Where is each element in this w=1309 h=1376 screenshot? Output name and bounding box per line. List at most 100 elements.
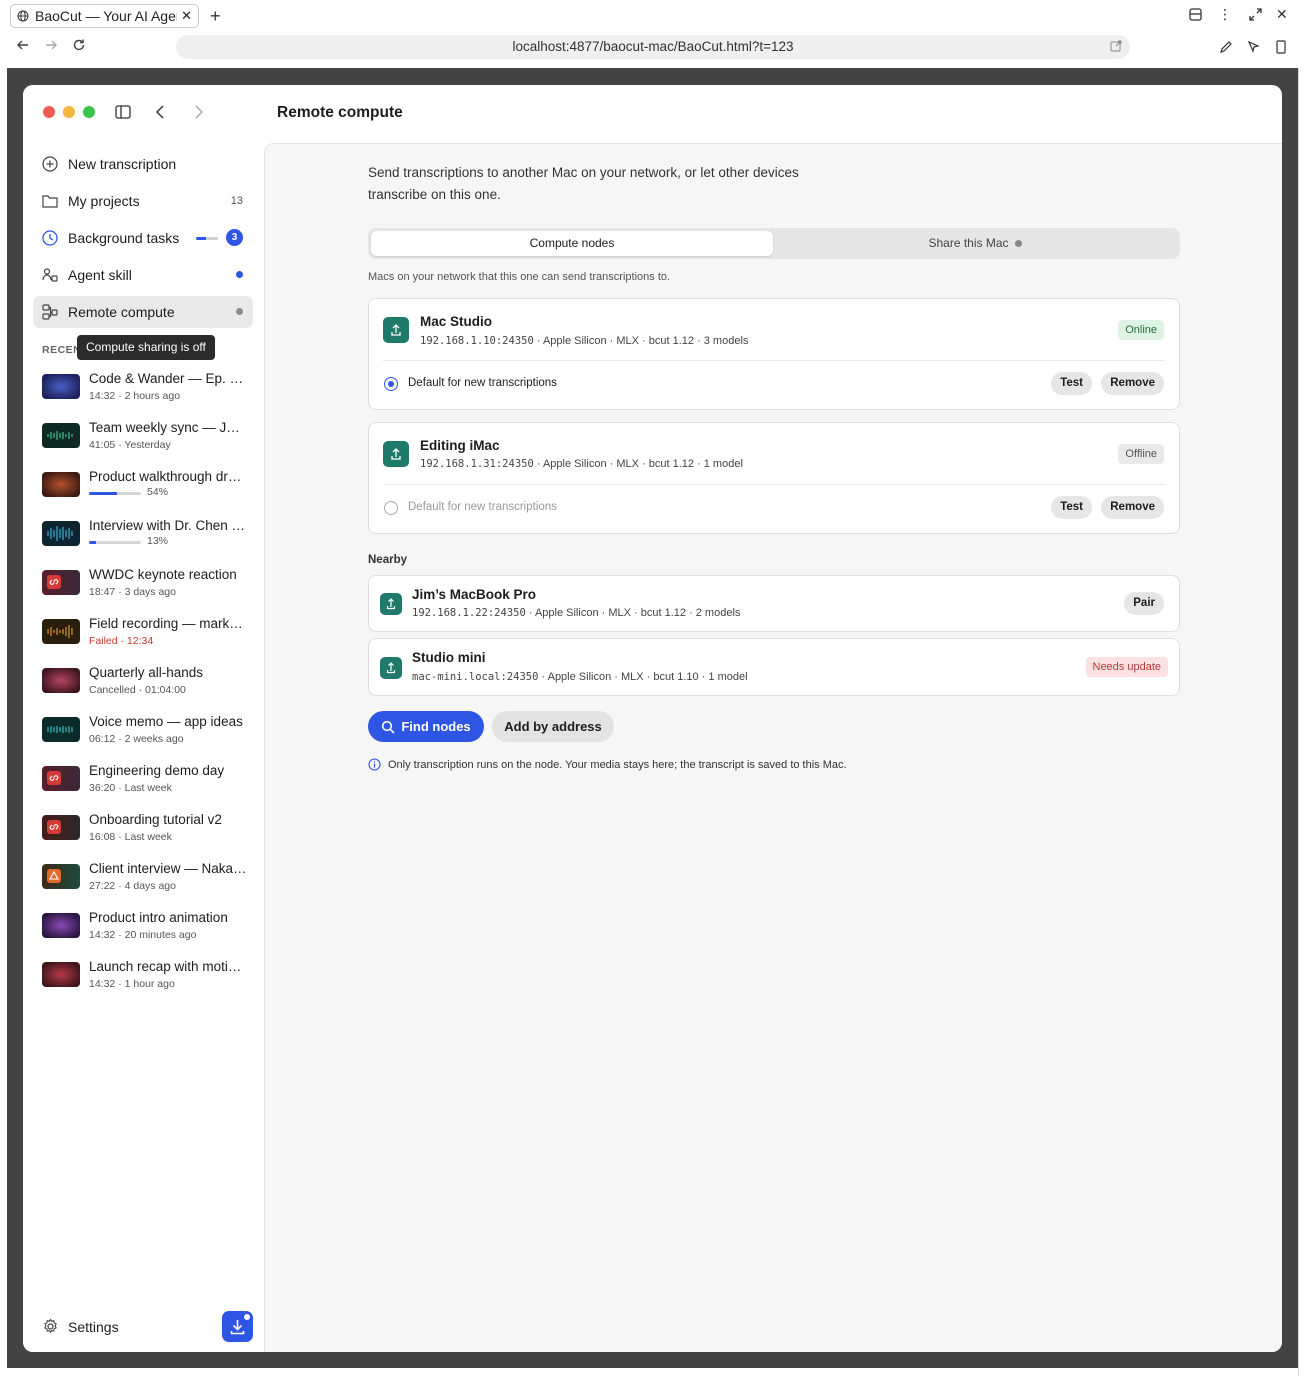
sidebar-item-agent-skill[interactable]: Agent skill bbox=[33, 259, 253, 291]
node-address: 192.168.1.10:24350 bbox=[420, 335, 534, 347]
recent-meta: 16:08 · Last week bbox=[89, 831, 172, 843]
recent-item[interactable]: Product walkthrough dr… 54% bbox=[42, 465, 248, 505]
test-button[interactable]: Test bbox=[1051, 372, 1092, 395]
add-by-address-button[interactable]: Add by address bbox=[492, 711, 614, 742]
update-available-dot bbox=[244, 1314, 250, 1320]
recent-meta: 27:22 · 4 days ago bbox=[89, 880, 176, 892]
zoom-light[interactable] bbox=[83, 106, 95, 118]
recent-item[interactable]: Code & Wander — Ep. 42… 14:32 · 2 hours … bbox=[42, 367, 248, 407]
node-details: 192.168.1.31:24350 · Apple Silicon · MLX… bbox=[420, 458, 743, 470]
broken-link-icon bbox=[47, 820, 61, 834]
close-light[interactable] bbox=[43, 106, 55, 118]
video-thumbnail bbox=[42, 766, 80, 791]
recent-title: Team weekly sync — Ju… bbox=[89, 420, 247, 435]
forward-icon[interactable] bbox=[44, 38, 58, 52]
intro-text: Send transcriptions to another Mac on yo… bbox=[368, 165, 799, 202]
default-label: Default for new transcriptions bbox=[408, 377, 557, 389]
default-label: Default for new transcriptions bbox=[408, 501, 557, 513]
recent-title: Quarterly all-hands bbox=[89, 665, 204, 680]
settings-button[interactable]: Settings bbox=[42, 1318, 119, 1335]
recent-item[interactable]: Field recording — marke… Failed · 12:34 bbox=[42, 612, 248, 652]
reload-icon[interactable] bbox=[72, 38, 86, 52]
recent-meta: 14:32 · 1 hour ago bbox=[89, 978, 175, 990]
default-radio[interactable] bbox=[384, 501, 398, 515]
sidebar-toggle-icon[interactable] bbox=[115, 105, 131, 119]
video-thumbnail bbox=[42, 374, 80, 399]
address-row: localhost:4877/baocut-mac/BaoCut.html?t=… bbox=[0, 32, 1309, 62]
recent-meta: 14:32 · 20 minutes ago bbox=[89, 929, 197, 941]
find-nodes-button[interactable]: Find nodes bbox=[368, 711, 484, 742]
recent-meta: Cancelled · 01:04:00 bbox=[89, 684, 186, 696]
recent-item[interactable]: Launch recap with moti… 14:32 · 1 hour a… bbox=[42, 955, 248, 995]
sidebar-item-remote-compute[interactable]: Remote compute bbox=[33, 296, 253, 328]
nav-forward-icon[interactable] bbox=[194, 105, 204, 119]
close-window-icon[interactable]: ✕ bbox=[1276, 6, 1288, 23]
tab-search-icon[interactable] bbox=[1189, 8, 1202, 21]
node-name: Jim’s MacBook Pro bbox=[412, 587, 537, 602]
sidebar-item-label: Background tasks bbox=[68, 230, 180, 246]
recent-item[interactable]: WWDC keynote reaction 18:47 · 3 days ago bbox=[42, 563, 248, 603]
node-name: Studio mini bbox=[412, 650, 486, 665]
sharing-status-dot bbox=[1014, 240, 1022, 247]
recent-item[interactable]: Voice memo — app ideas 06:12 · 2 weeks a… bbox=[42, 710, 248, 750]
recent-item[interactable]: Quarterly all-hands Cancelled · 01:04:00 bbox=[42, 661, 248, 701]
video-thumbnail bbox=[42, 815, 80, 840]
download-update-button[interactable] bbox=[222, 1311, 253, 1342]
pair-button[interactable]: Pair bbox=[1124, 592, 1164, 615]
remove-button[interactable]: Remove bbox=[1101, 496, 1164, 519]
node-details: mac-mini.local:24350 · Apple Silicon · M… bbox=[412, 671, 748, 683]
remove-button[interactable]: Remove bbox=[1101, 372, 1164, 395]
recent-item[interactable]: Onboarding tutorial v2 16:08 · Last week bbox=[42, 808, 248, 848]
more-menu-icon[interactable]: ⋮ bbox=[1218, 6, 1232, 23]
nearby-node-card: Jim’s MacBook Pro 192.168.1.22:24350 · A… bbox=[368, 575, 1180, 632]
recent-meta: 36:20 · Last week bbox=[89, 782, 172, 794]
card-divider bbox=[383, 360, 1165, 361]
sidebar-item-label: New transcription bbox=[68, 156, 177, 172]
default-radio[interactable] bbox=[384, 377, 398, 391]
browser-tab[interactable]: BaoCut — Your AI Agen ✕ bbox=[10, 4, 199, 28]
tab-share-this-mac[interactable]: Share this Mac bbox=[773, 231, 1177, 256]
sidebar-item-background-tasks[interactable]: Background tasks 3 bbox=[33, 222, 253, 254]
cursor-icon[interactable] bbox=[1247, 40, 1261, 54]
url-bar[interactable]: localhost:4877/baocut-mac/BaoCut.html?t=… bbox=[176, 35, 1130, 59]
broken-link-icon bbox=[47, 575, 61, 589]
tab-compute-nodes[interactable]: Compute nodes bbox=[371, 231, 773, 256]
status-badge: Offline bbox=[1118, 444, 1164, 464]
nodes-icon bbox=[42, 304, 60, 320]
test-button[interactable]: Test bbox=[1051, 496, 1092, 519]
sidebar-item-my-projects[interactable]: My projects 13 bbox=[33, 185, 253, 217]
tasks-badge: 3 bbox=[226, 229, 243, 246]
node-specs: · Apple Silicon · MLX · bcut 1.12 · 2 mo… bbox=[525, 607, 741, 619]
recent-item[interactable]: Interview with Dr. Chen … 13% bbox=[42, 514, 248, 554]
device-icon[interactable] bbox=[1276, 40, 1286, 54]
back-icon[interactable] bbox=[16, 38, 30, 52]
new-tab-button[interactable]: + bbox=[210, 6, 221, 27]
node-upload-icon bbox=[383, 317, 409, 343]
node-upload-icon bbox=[383, 441, 409, 467]
status-badge: Online bbox=[1118, 320, 1164, 340]
recent-item[interactable]: Product intro animation 14:32 · 20 minut… bbox=[42, 906, 248, 946]
remote-compute-status-dot bbox=[236, 308, 243, 315]
node-upload-icon bbox=[380, 593, 402, 615]
minimize-light[interactable] bbox=[63, 106, 75, 118]
recent-title: Product walkthrough dr… bbox=[89, 469, 242, 484]
node-name: Mac Studio bbox=[420, 314, 493, 329]
url-text: localhost:4877/baocut-mac/BaoCut.html?t=… bbox=[512, 39, 794, 54]
pen-icon[interactable] bbox=[1219, 40, 1233, 54]
recent-meta: 18:47 · 3 days ago bbox=[89, 586, 176, 598]
main-content: Send transcriptions to another Mac on yo… bbox=[264, 143, 1282, 1352]
close-tab-icon[interactable]: ✕ bbox=[181, 8, 192, 24]
recent-item[interactable]: Client interview — Naka… 27:22 · 4 days … bbox=[42, 857, 248, 897]
node-specs: · Apple Silicon · MLX · bcut 1.12 · 3 mo… bbox=[533, 335, 749, 347]
nav-back-icon[interactable] bbox=[155, 105, 165, 119]
recent-meta: 41:05 · Yesterday bbox=[89, 439, 171, 451]
recent-item[interactable]: Team weekly sync — Ju… 41:05 · Yesterday bbox=[42, 416, 248, 456]
recent-item[interactable]: Engineering demo day 36:20 · Last week bbox=[42, 759, 248, 799]
sidebar: New transcription My projects 13 Backgro… bbox=[23, 85, 263, 1352]
video-thumbnail bbox=[42, 864, 80, 889]
sidebar-item-new-transcription[interactable]: New transcription bbox=[33, 148, 253, 180]
open-external-icon[interactable] bbox=[1110, 40, 1122, 52]
fullscreen-icon[interactable] bbox=[1249, 8, 1262, 21]
section-subtitle: Macs on your network that this one can s… bbox=[368, 271, 671, 283]
warning-icon bbox=[47, 869, 61, 883]
